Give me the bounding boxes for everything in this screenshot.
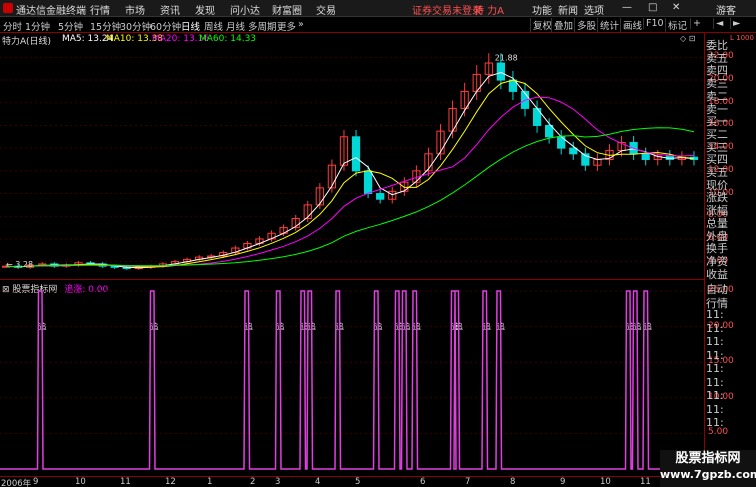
statistics-button[interactable]: 统计 [597,18,621,32]
period-tab[interactable]: 60分钟 [150,19,181,33]
candle-body [363,170,373,195]
date-tick: 3 [275,477,281,487]
candle-body [641,153,650,160]
menu-options[interactable]: 选项 [584,2,604,17]
tick-time-label: 11: [706,375,724,389]
window-close-icon[interactable]: ✕ [672,2,680,13]
app-title: 通达信金融终端 [16,6,86,17]
candle-body [569,147,578,155]
signal-line [0,290,704,470]
watermark-title: 股票指标网 [675,451,741,466]
chart-settings-icon[interactable]: ◇ ⊡ [680,34,695,43]
date-tick: 4 [315,477,321,487]
login-status[interactable]: 证券交易未登录 [412,2,482,17]
menu-function[interactable]: 功能 [532,2,552,17]
date-tick: 9 [560,477,566,487]
period-toolbar: 分时 1分钟 5分钟 15分钟 30分钟 60分钟 日线 周线 月线 多周期 更… [0,17,756,33]
overlay-button[interactable]: 叠加 [551,18,575,32]
quote-field-label: 收益 [706,267,728,281]
watermark: 股票指标网 www.7gpzb.com [660,450,756,487]
menu-trade[interactable]: 交易 [316,2,336,17]
date-tick: 11 [120,477,131,487]
price-chart[interactable]: 21.88 ← 3.28 ◇ ⊡ [0,33,704,279]
tick-time-label: 11: [706,308,724,321]
period-tab[interactable]: 月线 [226,19,245,33]
candle-body [496,62,505,81]
back-icon[interactable]: ◄ [713,18,725,29]
low-annotation: ← 3.28 [6,260,33,269]
window-max-icon[interactable]: □ [648,2,657,13]
tick-time-label: 11: [706,402,724,416]
ma20-line [5,96,695,268]
date-tick: 10 [75,477,86,487]
window-min-icon[interactable]: — [622,2,632,13]
stock-name: 特 力A [474,6,505,17]
period-tab[interactable]: 更多 [277,19,296,33]
ma5-line [5,71,695,269]
period-tab[interactable]: 15分钟 [90,19,121,33]
f10-button[interactable]: F10 [643,18,666,29]
period-tab[interactable]: 5分钟 [58,19,83,33]
date-tick: 12 [165,477,176,487]
date-tick: 8 [510,477,516,487]
indicator-chart[interactable]: 追追追追追追追追追追追追追追追追追追 [0,281,704,476]
period-tab[interactable]: 周线 [204,19,223,33]
menu-ask[interactable]: 问小达 [230,2,260,17]
watermark-url: www.7gpzb.com [660,468,756,481]
menu-headlines[interactable]: 新闻 [558,2,578,17]
forward-icon[interactable]: ► [730,18,742,29]
date-tick: 6 [420,477,426,487]
date-tick: 5 [355,477,361,487]
tick-time-label: 11: [706,416,724,429]
tick-time-label: 11: [706,321,724,335]
pane-separator [0,279,704,280]
menu-bar: 通达信金融终端 行情 市场 资讯 发现 问小达 财富圈 交易 证券交易未登录 特… [0,0,756,17]
app-icon [3,3,13,13]
tick-time-label: 11: [706,362,724,375]
date-tick: 11 [640,477,651,487]
tick-time-label: 11: [706,348,724,362]
panel-marker: L 1000 [730,34,754,42]
menu-guest[interactable]: 游客 [716,2,736,17]
date-tick: 2 [250,477,256,487]
period-tab[interactable]: 1分钟 [25,19,50,33]
date-tick: 7 [465,477,471,487]
multi-stock-button[interactable]: 多股 [574,18,598,32]
date-tick: 9 [33,477,39,487]
date-tick: 1 [207,477,213,487]
date-tick: 10 [600,477,611,487]
period-tab[interactable]: 30分钟 [120,19,151,33]
menu-wealth[interactable]: 财富圈 [272,2,302,17]
period-tab-active[interactable]: 日线 [181,19,200,33]
mark-button[interactable]: 标记 [665,18,689,32]
menu-discover[interactable]: 发现 [195,2,215,17]
menu-market[interactable]: 市场 [125,2,145,17]
candle-body [545,124,554,138]
high-annotation: 21.88 [495,54,518,63]
more-arrow-icon[interactable]: » [298,19,304,30]
draw-line-button[interactable]: 画线 [620,18,644,32]
date-axis: 2006年 9 10 11 12 1 2 3 4 5 6 7 8 9 10 11 [0,476,704,487]
menu-quotes[interactable]: 行情 [90,2,110,17]
candle-body [351,136,361,172]
add-button[interactable]: + [690,18,703,29]
period-tab[interactable]: 分时 [3,19,22,33]
date-tick: 2006年 [1,479,32,487]
tick-time-label: 11: [706,335,724,348]
candle-body [376,193,385,200]
tick-time-label: 11: [706,389,724,402]
menu-news[interactable]: 资讯 [160,2,180,17]
period-tab[interactable]: 多周期 [248,19,277,33]
